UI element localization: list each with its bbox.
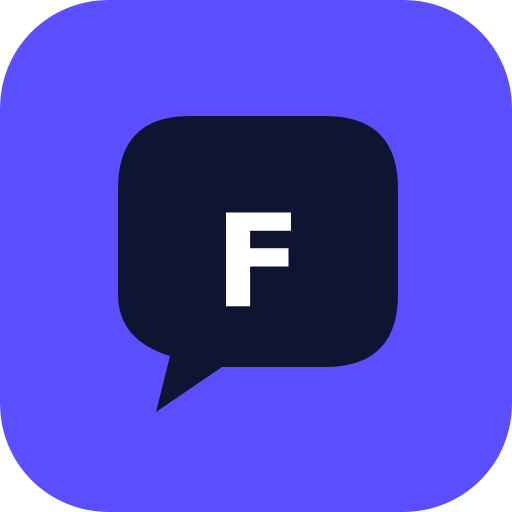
app-icon-graphic: F [0, 0, 512, 512]
app-icon[interactable]: F [0, 0, 512, 512]
brand-letter: F [214, 188, 301, 337]
